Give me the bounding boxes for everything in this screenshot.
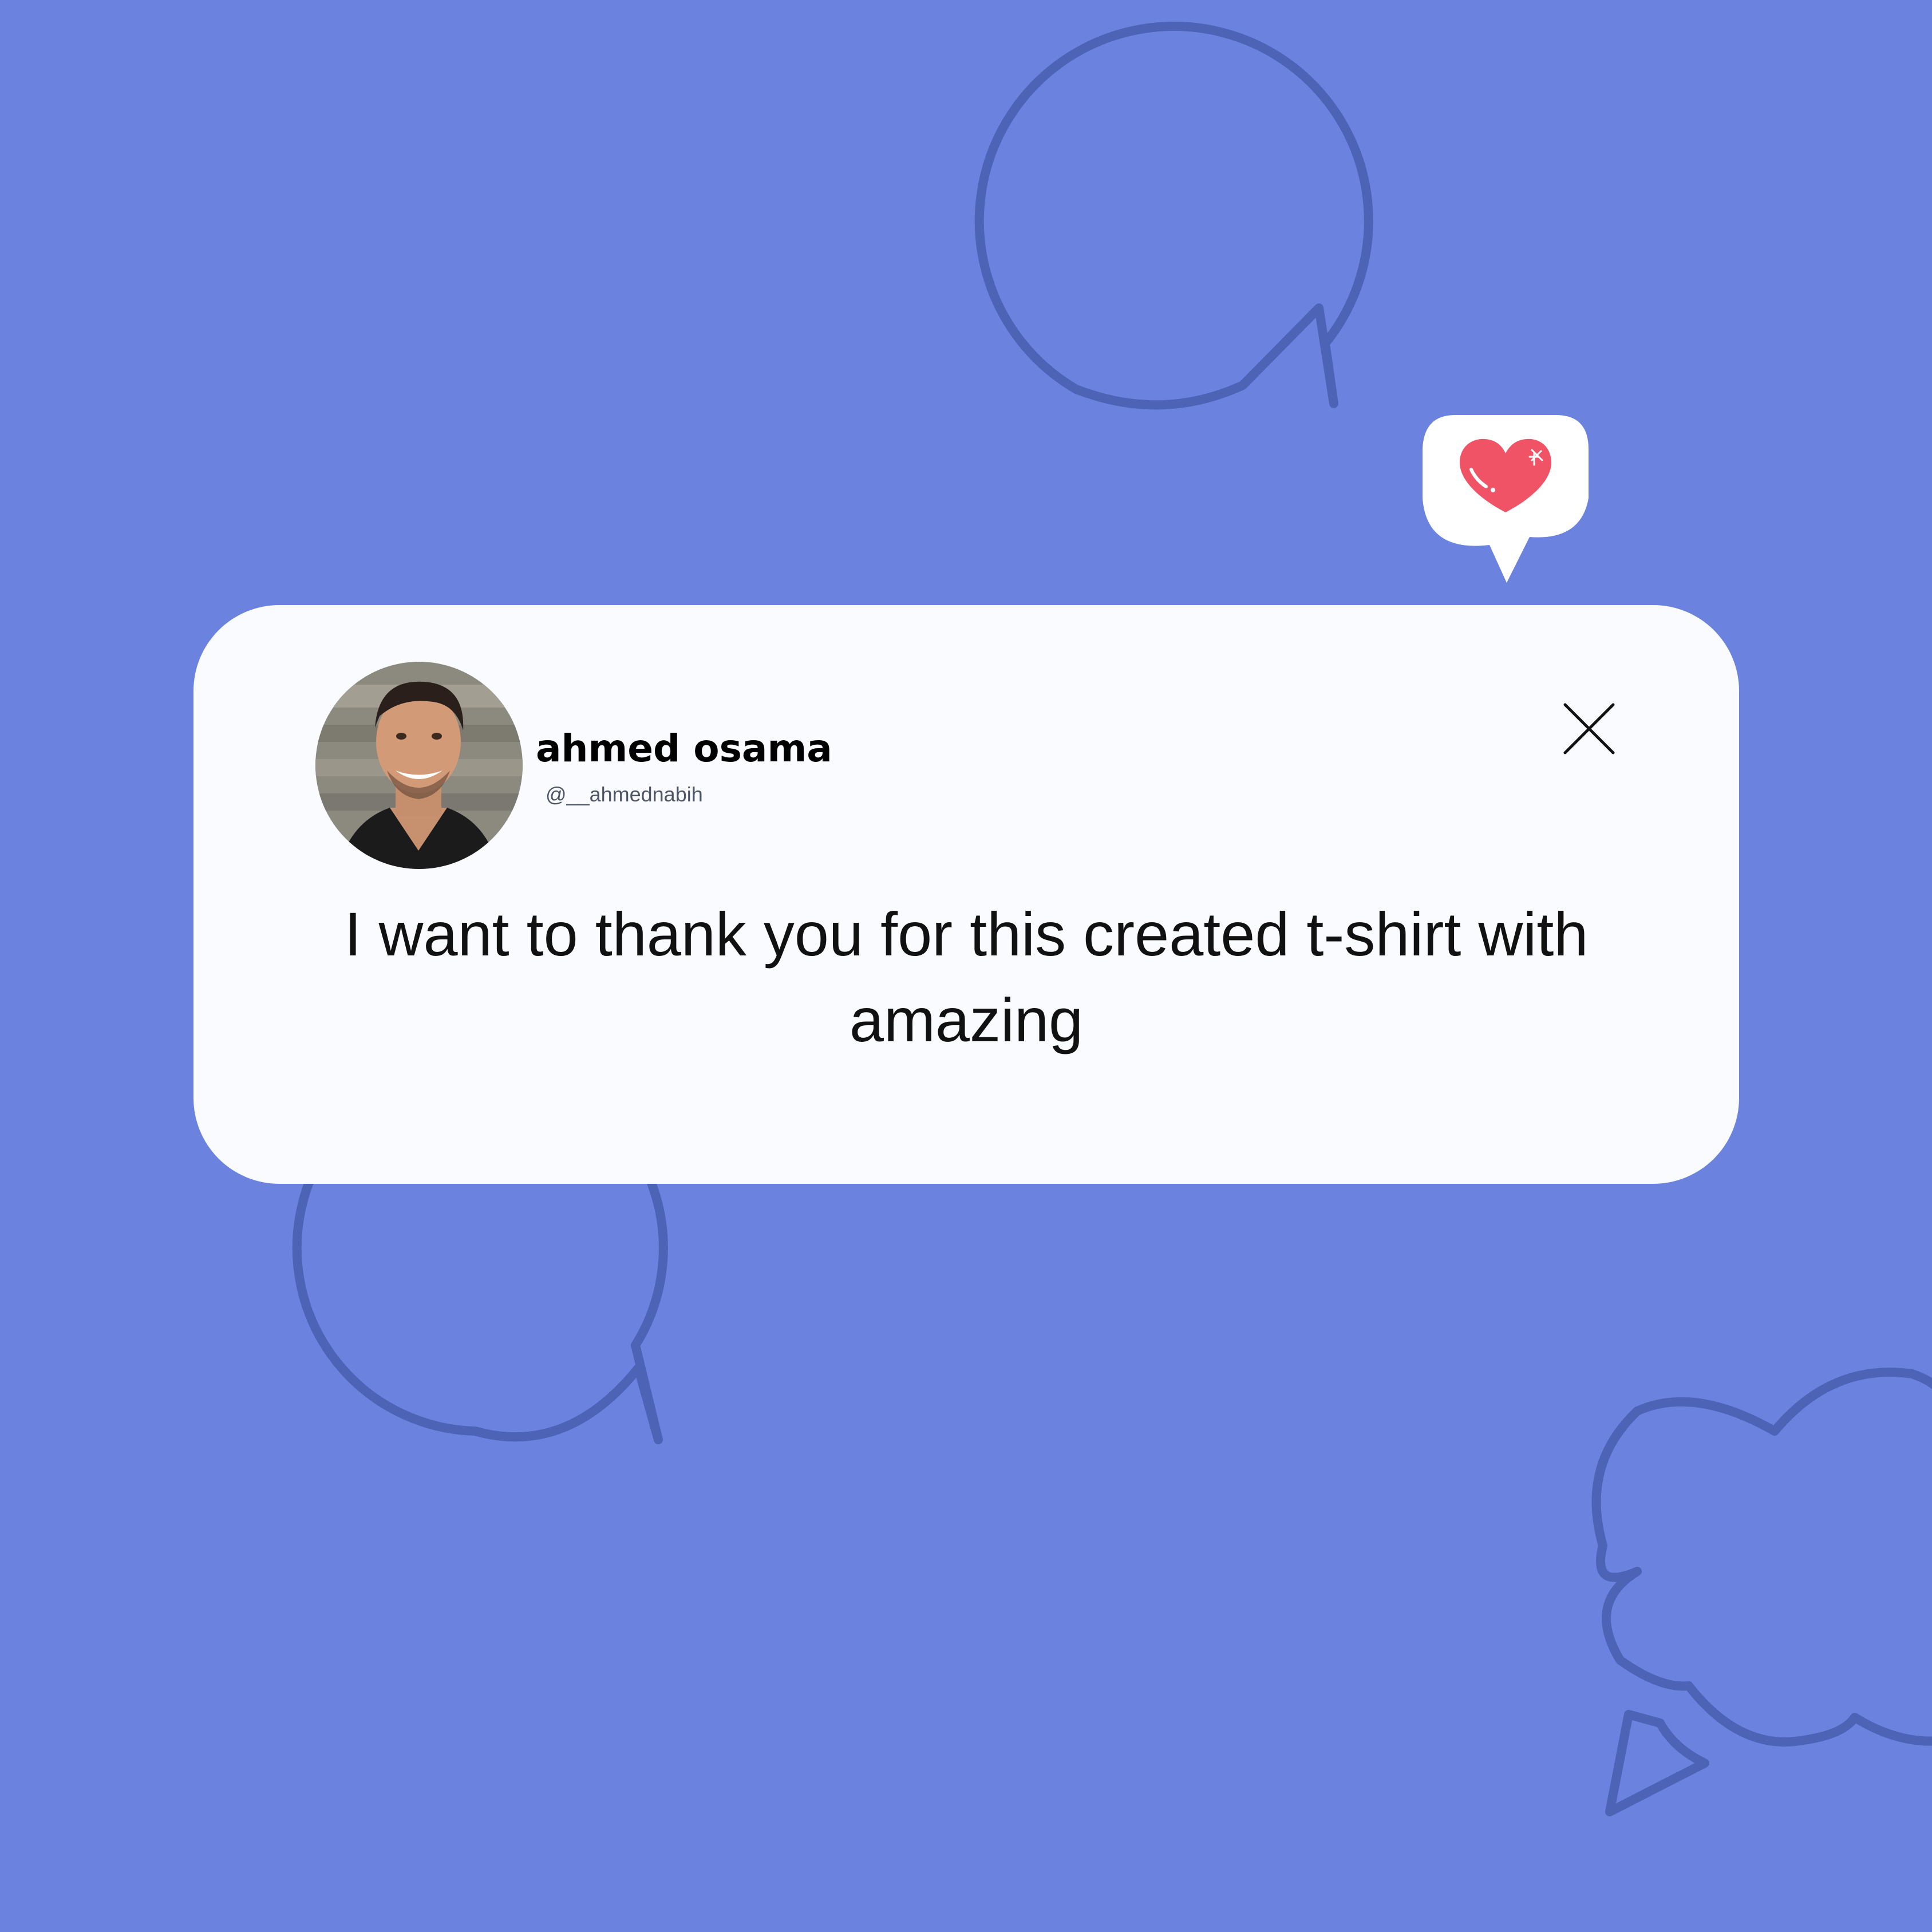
- speech-bubble-tail-outline-right: [1605, 1710, 1709, 1816]
- close-button[interactable]: [1562, 701, 1617, 756]
- avatar[interactable]: [315, 662, 523, 869]
- author-handle: @__ahmednabih: [546, 783, 703, 806]
- cloud-bubble-outline-right: [1591, 1368, 1932, 1747]
- speech-bubble-outline-top: [974, 22, 1373, 410]
- heart-notification-bubble: [1423, 415, 1589, 583]
- post-message: I want to thank you for this created t-s…: [344, 899, 1589, 1054]
- post-card: ahmed osama @__ahmednabih I want to than…: [193, 605, 1739, 1184]
- author-name: ahmed osama: [536, 726, 832, 771]
- close-icon: [1563, 703, 1615, 754]
- profile-photo: [315, 662, 523, 869]
